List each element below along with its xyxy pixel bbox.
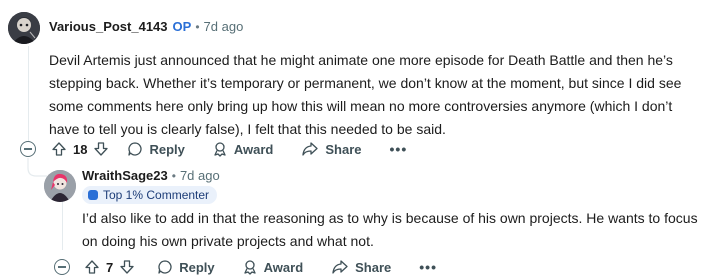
comment-action-bar: 18 Reply Award Share ••• bbox=[51, 141, 407, 157]
reply-label: Reply bbox=[149, 141, 185, 157]
op-badge: OP bbox=[172, 19, 192, 34]
share-button[interactable]: Share bbox=[331, 259, 391, 275]
badge-icon bbox=[88, 190, 98, 200]
timestamp[interactable]: 7d ago bbox=[204, 19, 244, 34]
reply-thread-line bbox=[62, 196, 63, 250]
thread-line bbox=[28, 46, 29, 141]
avatar[interactable] bbox=[8, 12, 40, 44]
comment-icon bbox=[128, 142, 143, 156]
more-options-button[interactable]: ••• bbox=[419, 259, 437, 275]
award-label: Award bbox=[233, 141, 274, 157]
reply-button[interactable]: Reply bbox=[157, 259, 215, 275]
upvote-icon[interactable] bbox=[51, 141, 67, 157]
award-label: Award bbox=[263, 259, 304, 275]
collapse-icon[interactable] bbox=[20, 141, 36, 157]
badge-label: Top 1% Commenter bbox=[103, 188, 210, 202]
username[interactable]: WraithSage23 bbox=[82, 168, 168, 183]
share-icon bbox=[302, 142, 319, 156]
top-commenter-badge: Top 1% Commenter bbox=[82, 186, 218, 204]
downvote-icon[interactable] bbox=[93, 141, 109, 157]
comment-icon bbox=[158, 260, 172, 274]
comment-header: Various_Post_4143 OP • 7d ago bbox=[49, 19, 243, 34]
share-label: Share bbox=[355, 259, 392, 275]
award-icon bbox=[243, 260, 256, 275]
collapse-icon[interactable] bbox=[54, 259, 70, 275]
thread-connector bbox=[27, 158, 47, 177]
award-button[interactable]: Award bbox=[212, 141, 274, 157]
reply-label: Reply bbox=[179, 259, 215, 275]
award-icon bbox=[214, 142, 226, 157]
username[interactable]: Various_Post_4143 bbox=[49, 19, 168, 34]
share-label: Share bbox=[325, 141, 362, 157]
comment-body: Devil Artemis just announced that he mig… bbox=[49, 52, 682, 137]
vote-group: 18 bbox=[51, 141, 109, 157]
more-options-button[interactable]: ••• bbox=[390, 141, 408, 157]
share-icon bbox=[332, 260, 348, 274]
comment-body: I’d also like to add in that the reasoni… bbox=[82, 210, 698, 249]
vote-count: 18 bbox=[73, 141, 88, 157]
vote-count: 7 bbox=[106, 259, 114, 275]
upvote-icon[interactable] bbox=[84, 259, 100, 275]
avatar[interactable] bbox=[44, 170, 76, 202]
separator: • bbox=[171, 168, 176, 183]
comment-header: WraithSage23 • 7d ago bbox=[82, 168, 220, 183]
separator: • bbox=[195, 19, 200, 34]
award-button[interactable]: Award bbox=[242, 259, 304, 275]
comment-action-bar: 7 Reply Award Share ••• bbox=[84, 259, 437, 275]
vote-group: 7 bbox=[84, 259, 135, 275]
share-button[interactable]: Share bbox=[301, 141, 362, 157]
timestamp[interactable]: 7d ago bbox=[180, 168, 220, 183]
reply-button[interactable]: Reply bbox=[127, 141, 185, 157]
downvote-icon[interactable] bbox=[119, 259, 135, 275]
